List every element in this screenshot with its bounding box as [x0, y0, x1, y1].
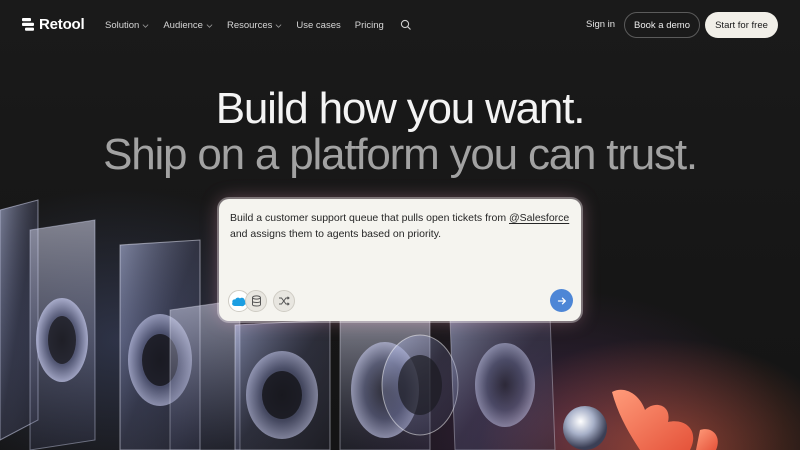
nav-links: Solution Audience Resources Use cases Pr… — [105, 19, 412, 31]
search-icon[interactable] — [400, 19, 412, 31]
nav-audience[interactable]: Audience — [163, 20, 213, 31]
nav-solution-label: Solution — [105, 19, 140, 31]
retool-logo[interactable]: Retool — [22, 16, 85, 33]
hero-headline: Build how you want. — [215, 84, 586, 133]
shuffle-icon — [279, 296, 290, 306]
sign-in-link[interactable]: Sign in — [586, 19, 615, 30]
send-button[interactable] — [550, 289, 573, 312]
database-icon — [251, 295, 261, 307]
start-free-button[interactable]: Start for free — [705, 12, 778, 38]
salesforce-mention[interactable]: @Salesforce — [509, 212, 569, 224]
hero-subheadline: Ship on a platform you can trust. — [103, 130, 698, 179]
prompt-text-end: and assigns them to agents based on prio… — [230, 227, 442, 240]
nav-pricing[interactable]: Pricing — [355, 20, 384, 31]
arrow-right-icon — [557, 297, 566, 304]
prompt-text-start: Build a customer support queue that pull… — [230, 212, 509, 224]
top-navigation: Retool Solution Audience Resources Use c… — [0, 0, 800, 50]
brand-name: Retool — [39, 16, 85, 33]
nav-solution[interactable]: Solution — [105, 20, 149, 31]
retool-logo-icon — [22, 18, 34, 31]
book-demo-button[interactable]: Book a demo — [624, 12, 700, 38]
chevron-down-icon — [275, 23, 282, 28]
chevron-down-icon — [142, 23, 149, 28]
database-chip[interactable] — [245, 290, 267, 312]
nav-use-cases[interactable]: Use cases — [296, 20, 340, 31]
chevron-down-icon — [206, 23, 213, 28]
nav-resources-label: Resources — [226, 19, 273, 31]
prompt-text[interactable]: Build a customer support queue that pull… — [230, 211, 575, 242]
nav-audience-label: Audience — [163, 19, 203, 31]
shuffle-chip[interactable] — [273, 290, 295, 312]
nav-pricing-label: Pricing — [354, 19, 384, 31]
nav-use-cases-label: Use cases — [296, 19, 341, 31]
nav-resources[interactable]: Resources — [227, 20, 282, 31]
